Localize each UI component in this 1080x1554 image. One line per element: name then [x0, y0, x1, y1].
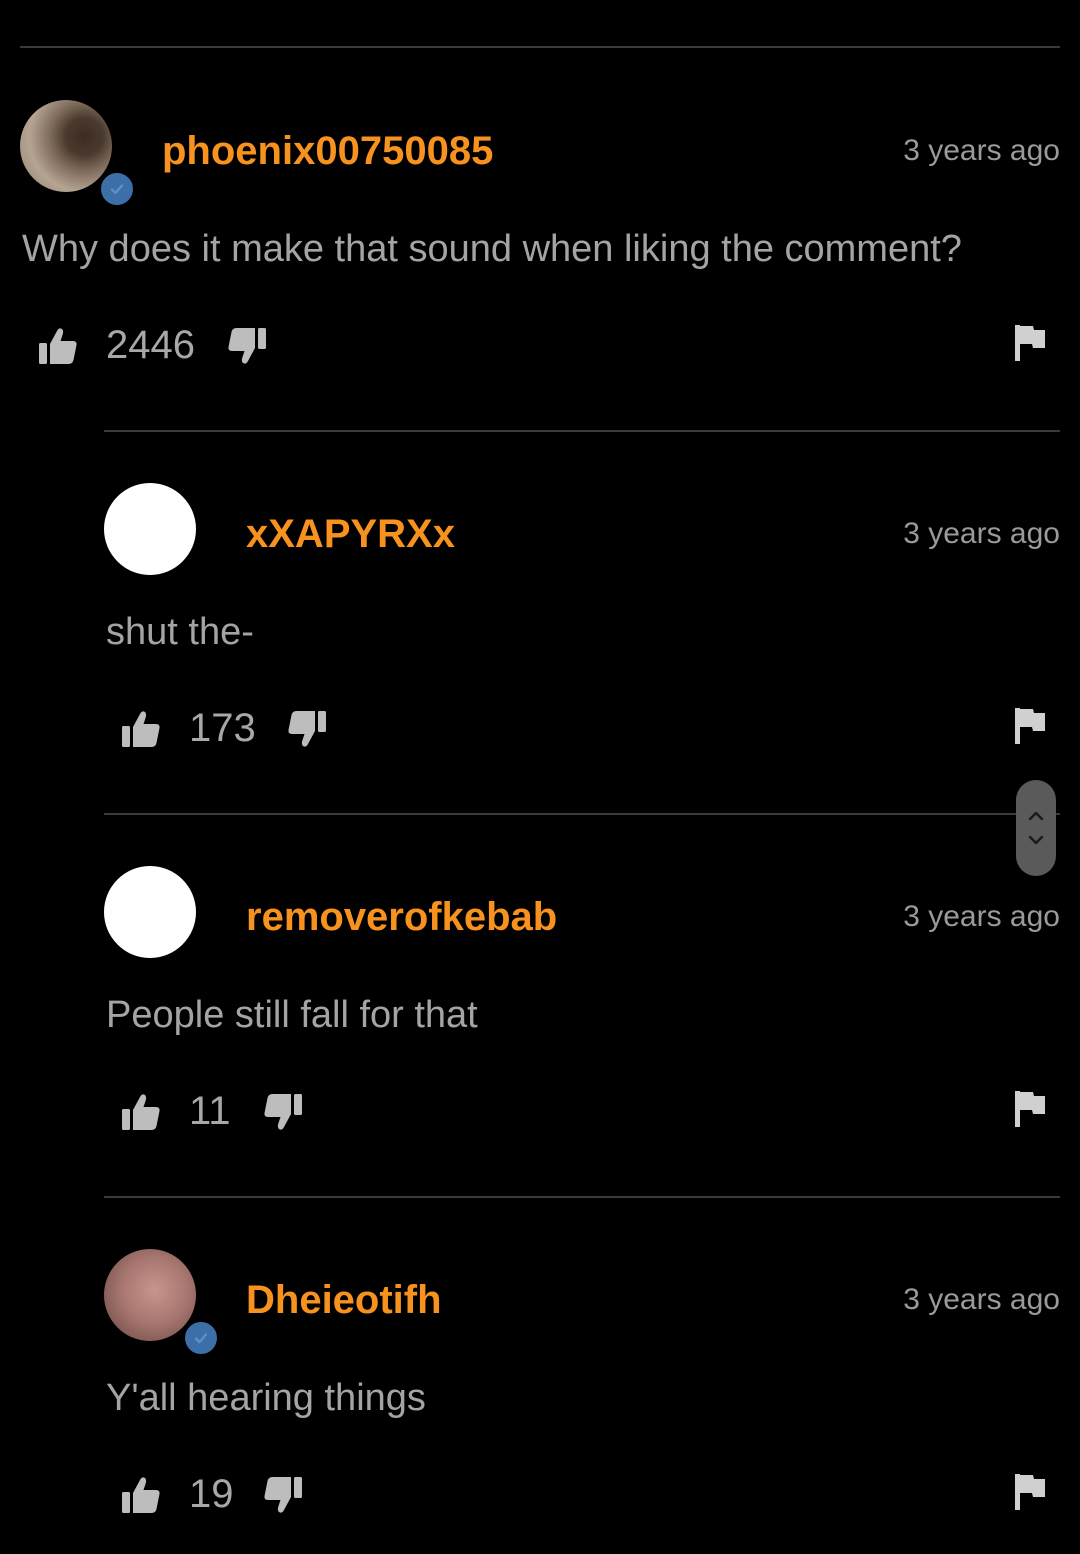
verified-check-icon	[98, 170, 136, 208]
avatar[interactable]	[104, 1249, 196, 1341]
avatar[interactable]	[104, 483, 196, 575]
comment-timestamp: 3 years ago	[903, 1283, 1060, 1316]
divider	[104, 1196, 1060, 1198]
thumbs-up-icon[interactable]	[121, 709, 161, 749]
avatar[interactable]	[20, 100, 112, 192]
flag-icon[interactable]	[1013, 706, 1047, 746]
thumbs-up-icon[interactable]	[121, 1475, 161, 1515]
divider	[104, 813, 1060, 815]
like-count: 11	[189, 1089, 231, 1133]
comment-timestamp: 3 years ago	[903, 900, 1060, 933]
flag-icon[interactable]	[1013, 1472, 1047, 1512]
comment-username[interactable]: phoenix00750085	[162, 127, 493, 175]
like-count: 173	[189, 706, 256, 750]
chevron-up-icon[interactable]	[1028, 811, 1044, 821]
flag-icon[interactable]	[1013, 1089, 1047, 1129]
comment-text: shut the-	[106, 611, 254, 653]
thumbs-up-icon[interactable]	[38, 326, 78, 366]
like-count: 19	[189, 1472, 234, 1516]
thumbs-down-icon[interactable]	[263, 1092, 303, 1132]
comment-text: People still fall for that	[106, 994, 478, 1036]
flag-icon[interactable]	[1013, 323, 1047, 363]
thumbs-up-icon[interactable]	[121, 1092, 161, 1132]
divider	[104, 430, 1060, 432]
verified-check-icon	[182, 1319, 220, 1357]
comment-timestamp: 3 years ago	[903, 134, 1060, 167]
like-count: 2446	[106, 323, 195, 367]
thumbs-down-icon[interactable]	[227, 326, 267, 366]
comment-username[interactable]: removerofkebab	[246, 893, 557, 941]
comment-text: Y'all hearing things	[106, 1377, 426, 1419]
thumbs-down-icon[interactable]	[287, 709, 327, 749]
thumbs-down-icon[interactable]	[263, 1475, 303, 1515]
divider	[20, 46, 1060, 48]
comment-username[interactable]: xXAPYRXx	[246, 510, 455, 558]
avatar[interactable]	[104, 866, 196, 958]
chevron-down-icon[interactable]	[1028, 835, 1044, 845]
comment-username[interactable]: Dheieotifh	[246, 1276, 442, 1324]
comment-timestamp: 3 years ago	[903, 517, 1060, 550]
scrollbar-handle[interactable]	[1016, 780, 1056, 876]
comment-text: Why does it make that sound when liking …	[22, 228, 962, 270]
